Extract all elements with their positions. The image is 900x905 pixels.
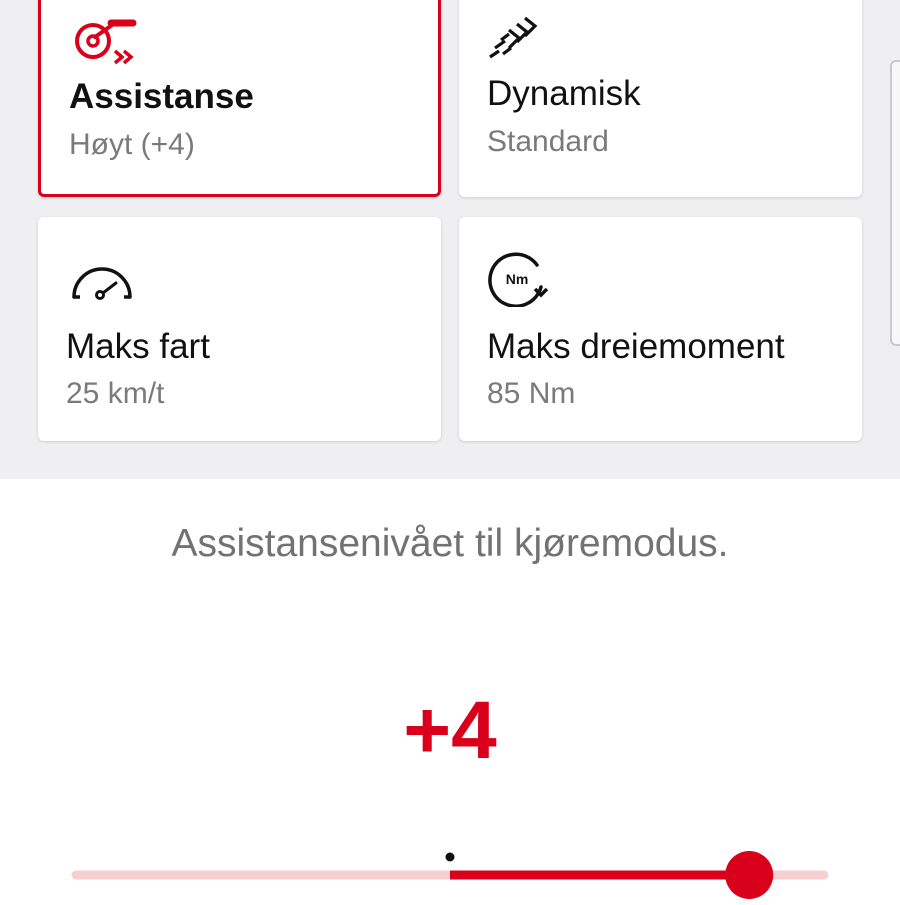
card-title: Maks dreiemoment	[487, 327, 785, 366]
torque-nm-icon: Nm	[487, 251, 557, 307]
card-value: Høyt (+4)	[69, 128, 195, 161]
slider-thumb[interactable]	[725, 851, 774, 899]
card-value: 85 Nm	[487, 377, 576, 410]
scroll-indicator[interactable]	[890, 60, 900, 346]
card-value: Standard	[487, 125, 609, 158]
card-max-speed[interactable]: Maks fart 25 km/t	[38, 217, 441, 441]
assist-motor-icon	[69, 15, 141, 67]
dynamic-wind-icon	[487, 14, 547, 66]
mode-settings-panel: Assistanse Høyt (+4) Dynamisk Standard M…	[0, 0, 900, 479]
assist-level-slider[interactable]	[70, 840, 830, 900]
card-assistance[interactable]: Assistanse Høyt (+4)	[38, 0, 441, 197]
card-dynamic[interactable]: Dynamisk Standard	[459, 0, 862, 197]
card-title: Assistanse	[69, 77, 254, 116]
card-title: Maks fart	[66, 327, 210, 366]
torque-icon-label: Nm	[506, 271, 529, 287]
card-title: Dynamisk	[487, 74, 641, 113]
assist-level-value: +4	[403, 685, 497, 776]
slider-center-marker	[445, 852, 455, 862]
speedometer-icon	[66, 261, 138, 303]
card-max-torque[interactable]: Nm Maks dreiemoment 85 Nm	[459, 217, 862, 441]
assist-level-description: Assistansenivået til kjøremodus.	[171, 522, 729, 565]
card-value: 25 km/t	[66, 377, 165, 410]
